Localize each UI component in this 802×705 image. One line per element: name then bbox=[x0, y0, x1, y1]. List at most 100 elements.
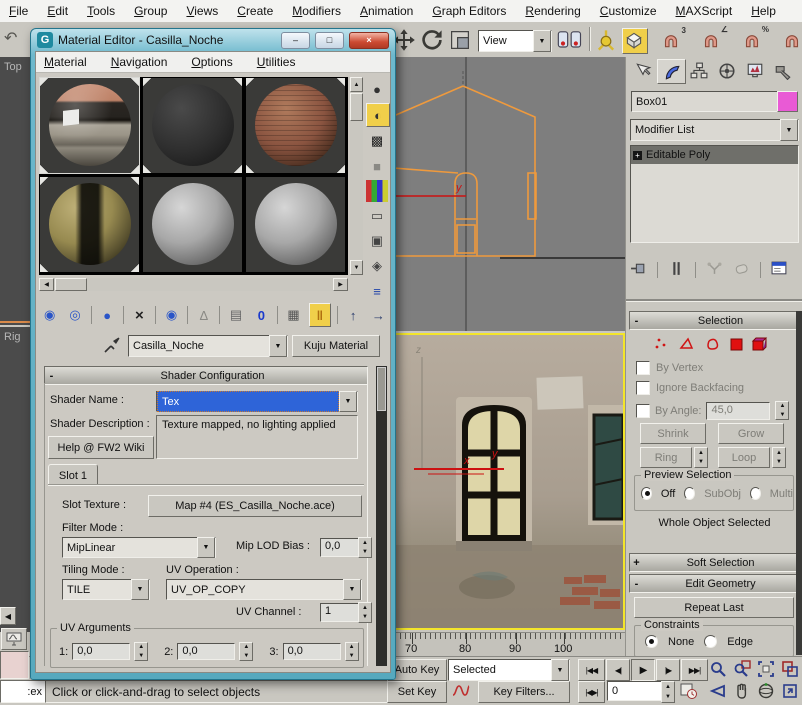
tab-hierarchy[interactable] bbox=[685, 59, 712, 82]
soft-selection-rollout-header[interactable]: + Soft Selection bbox=[629, 553, 799, 572]
slot-texture-map-button[interactable]: Map #4 (ES_Casilla_Noche.ace) bbox=[148, 495, 362, 517]
shader-name-dropdown[interactable]: Tex ▼ bbox=[156, 391, 358, 412]
sample-slot-6[interactable] bbox=[245, 176, 346, 273]
preview-off-radio[interactable] bbox=[641, 487, 652, 500]
filter-mode-dropdown[interactable]: MipLinear ▼ bbox=[62, 537, 216, 558]
select-by-material-icon[interactable]: ◈ bbox=[366, 255, 388, 277]
scroll-thumb[interactable] bbox=[377, 367, 386, 411]
right-viewport-label[interactable]: Rig bbox=[4, 331, 21, 343]
uv-channel-field[interactable]: 1 bbox=[320, 603, 360, 622]
key-mode-toggle[interactable]: |◀▶| bbox=[578, 681, 605, 703]
me-menu-options[interactable]: Options bbox=[191, 55, 232, 69]
tab-display[interactable] bbox=[741, 59, 768, 82]
configure-modifier-sets-icon[interactable] bbox=[771, 260, 788, 280]
top-viewport-label[interactable]: Top bbox=[4, 61, 22, 73]
zoom-extents-icon[interactable] bbox=[754, 659, 778, 679]
pan-icon[interactable] bbox=[730, 681, 754, 701]
field-of-view-icon[interactable] bbox=[706, 681, 730, 701]
go-forward-to-sibling-icon[interactable]: → bbox=[369, 304, 388, 326]
loop-button[interactable]: Loop bbox=[718, 447, 770, 468]
background-icon[interactable]: ▩ bbox=[366, 130, 388, 152]
menu-graph-editors[interactable]: Graph Editors bbox=[432, 4, 506, 18]
uv2-spinner[interactable]: ▲▼ bbox=[239, 642, 253, 661]
snaps-toggle-icon[interactable] bbox=[622, 28, 648, 54]
material-map-navigator-icon[interactable]: ≡ bbox=[366, 280, 388, 302]
by-angle-field[interactable]: 45,0 bbox=[706, 402, 770, 420]
help-fw2-wiki-button[interactable]: Help @ FW2 Wiki bbox=[48, 436, 154, 459]
sample-slot-1-active[interactable] bbox=[39, 77, 140, 174]
menu-animation[interactable]: Animation bbox=[360, 4, 413, 18]
select-and-manipulate-icon[interactable] bbox=[594, 28, 618, 52]
previous-frame-button[interactable]: ◀| bbox=[606, 659, 630, 681]
zoom-icon[interactable] bbox=[706, 659, 730, 679]
me-menu-navigation[interactable]: Navigation bbox=[111, 55, 168, 69]
current-frame-field[interactable]: 0 bbox=[607, 681, 665, 701]
selection-set-dropdown[interactable]: Selected ▼ bbox=[448, 659, 570, 681]
arc-rotate-icon[interactable] bbox=[754, 681, 778, 701]
menu-edit[interactable]: Edit bbox=[47, 4, 68, 18]
sample-type-icon[interactable]: ● bbox=[366, 78, 388, 100]
ring-spinner[interactable]: ▲▼ bbox=[694, 447, 708, 468]
selection-rollout-header[interactable]: - Selection bbox=[629, 311, 799, 330]
menu-help[interactable]: Help bbox=[751, 4, 776, 18]
time-slider-left-arrow[interactable]: ◀ bbox=[0, 607, 16, 625]
percent-snap-icon[interactable]: % bbox=[741, 28, 765, 52]
pick-material-eyedropper-icon[interactable] bbox=[102, 335, 122, 355]
menu-create[interactable]: Create bbox=[237, 4, 273, 18]
edit-geometry-rollout-header[interactable]: - Edit Geometry bbox=[629, 574, 799, 593]
auto-key-button[interactable]: Auto Key bbox=[387, 659, 447, 681]
menu-tools[interactable]: Tools bbox=[87, 4, 115, 18]
dropdown-arrow-icon[interactable]: ▼ bbox=[197, 537, 215, 558]
rollout-scrollbar[interactable] bbox=[376, 366, 387, 666]
undo-icon[interactable]: ↶ bbox=[4, 28, 17, 48]
object-name-field[interactable]: Box01 bbox=[631, 91, 779, 112]
remove-modifier-icon[interactable] bbox=[733, 260, 750, 280]
me-menu-utilities[interactable]: Utilities bbox=[257, 55, 296, 69]
menu-group[interactable]: Group bbox=[134, 4, 167, 18]
use-pivot-point-center-icon[interactable] bbox=[556, 28, 584, 52]
ignore-backfacing-checkbox[interactable] bbox=[636, 381, 650, 395]
material-editor-options-icon[interactable]: ▣ bbox=[366, 230, 388, 252]
material-type-button[interactable]: Kuju Material bbox=[292, 335, 380, 357]
show-end-result-icon[interactable] bbox=[668, 260, 685, 280]
menu-views[interactable]: Views bbox=[186, 4, 218, 18]
show-end-result-icon[interactable]: ‖ bbox=[309, 303, 330, 327]
backlight-icon[interactable]: ◐ bbox=[366, 103, 390, 127]
menu-customize[interactable]: Customize bbox=[600, 4, 657, 18]
key-filters-button[interactable]: Key Filters... bbox=[478, 681, 570, 703]
dropdown-arrow-icon[interactable]: ▼ bbox=[780, 119, 798, 141]
get-material-icon[interactable]: ◉ bbox=[40, 304, 59, 326]
maximize-viewport-toggle-icon[interactable] bbox=[778, 681, 802, 701]
mip-lod-bias-field[interactable]: 0,0 bbox=[320, 538, 360, 557]
select-scale-icon[interactable] bbox=[448, 28, 472, 52]
time-configuration-icon[interactable] bbox=[678, 681, 700, 701]
scroll-thumb[interactable] bbox=[55, 278, 87, 291]
reset-map-icon[interactable]: × bbox=[130, 304, 149, 326]
preview-multi-radio[interactable] bbox=[750, 487, 761, 500]
uv-operation-dropdown[interactable]: UV_OP_COPY ▼ bbox=[166, 579, 362, 600]
menu-maxscript[interactable]: MAXScript bbox=[676, 4, 733, 18]
modifier-stack[interactable]: + Editable Poly bbox=[630, 145, 799, 243]
video-color-check-icon[interactable] bbox=[366, 180, 388, 202]
palette-vertical-scrollbar[interactable]: ▲ ▼ bbox=[350, 77, 363, 275]
stack-item-editable-poly[interactable]: + Editable Poly bbox=[631, 146, 798, 164]
frame-spinner[interactable]: ▲▼ bbox=[661, 681, 675, 703]
play-button[interactable]: ▶ bbox=[631, 659, 655, 681]
tab-motion[interactable] bbox=[713, 59, 740, 82]
tab-utilities[interactable] bbox=[769, 59, 796, 82]
maxscript-mini-listener[interactable]: :ex bbox=[0, 680, 46, 703]
scroll-thumb[interactable] bbox=[350, 93, 363, 121]
me-menu-material[interactable]: Material bbox=[44, 55, 87, 69]
tab-create[interactable] bbox=[629, 59, 656, 82]
menu-rendering[interactable]: Rendering bbox=[525, 4, 580, 18]
dropdown-arrow-icon[interactable]: ▼ bbox=[339, 391, 357, 412]
repeat-last-button[interactable]: Repeat Last bbox=[634, 597, 794, 618]
maximize-button[interactable]: □ bbox=[315, 32, 344, 49]
dropdown-arrow-icon[interactable]: ▼ bbox=[551, 659, 569, 681]
snap-3d-icon[interactable]: 3 bbox=[660, 28, 684, 52]
zoom-extents-all-icon[interactable] bbox=[778, 659, 802, 679]
mip-lod-bias-spinner[interactable]: ▲▼ bbox=[358, 537, 372, 558]
object-color-swatch[interactable] bbox=[777, 91, 798, 112]
uv3-spinner[interactable]: ▲▼ bbox=[345, 642, 359, 661]
go-to-parent-icon[interactable]: ↑ bbox=[343, 304, 362, 326]
